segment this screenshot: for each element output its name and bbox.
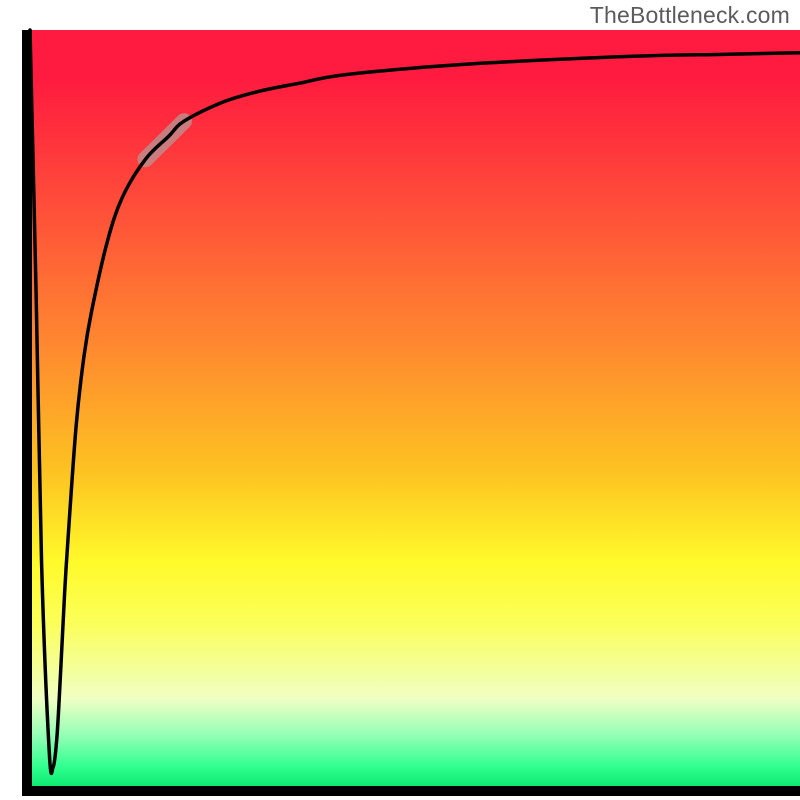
plot-area	[30, 30, 800, 790]
curve-layer	[30, 30, 800, 790]
bottleneck-curve	[30, 30, 800, 773]
watermark-text: TheBottleneck.com	[590, 2, 790, 29]
x-axis	[22, 786, 800, 796]
chart-container: TheBottleneck.com	[0, 0, 800, 800]
y-axis	[22, 30, 32, 790]
